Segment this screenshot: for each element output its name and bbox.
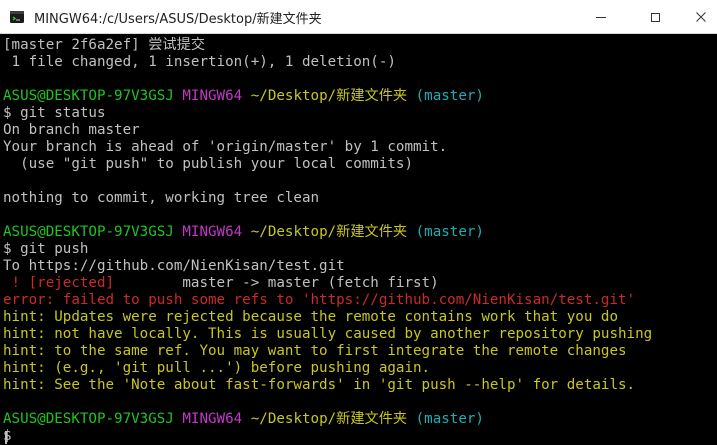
output-line: Your branch is ahead of 'origin/master' … [3, 139, 448, 155]
command-line: $ git push [3, 241, 89, 257]
prompt-env: MINGW64 [182, 411, 243, 427]
minimize-button[interactable] [578, 0, 624, 34]
maximize-button[interactable] [632, 0, 678, 34]
prompt-branch: (master) [415, 224, 484, 240]
close-button[interactable] [684, 0, 717, 34]
hint-line: hint: not have locally. This is usually … [3, 326, 653, 342]
terminal-output[interactable]: [master 2f6a2ef] 尝试提交 1 file changed, 1 … [0, 34, 717, 445]
commit-stats-line: 1 file changed, 1 insertion(+), 1 deleti… [3, 54, 396, 70]
hint-line: hint: (e.g., 'git pull ...') before push… [3, 360, 431, 376]
commit-summary-line: [master 2f6a2ef] 尝试提交 [3, 37, 205, 53]
prompt-path: ~/Desktop/新建文件夹 [250, 224, 408, 240]
rejected-line: ! [rejected] master -> master (fetch fir… [3, 275, 439, 292]
text-cursor [5, 431, 7, 444]
title-bar[interactable]: MINGW64:/c/Users/ASUS/Desktop/新建文件夹 [0, 0, 717, 34]
hint-line: hint: to the same ref. You may want to f… [3, 343, 627, 359]
close-icon [695, 12, 706, 22]
window-title: MINGW64:/c/Users/ASUS/Desktop/新建文件夹 [34, 12, 322, 27]
hint-line: hint: Updates were rejected because the … [3, 309, 618, 325]
rejected-label: ! [rejected] [3, 275, 115, 291]
prompt-line: ASUS@DESKTOP-97V3GSJ MINGW64 ~/Desktop/新… [3, 224, 484, 241]
maximize-icon [650, 12, 660, 22]
output-line: nothing to commit, working tree clean [3, 190, 320, 206]
git-bash-icon [10, 11, 24, 23]
prompt-user: ASUS@DESKTOP-97V3GSJ [3, 411, 174, 427]
prompt-line: ASUS@DESKTOP-97V3GSJ MINGW64 ~/Desktop/新… [3, 88, 484, 105]
prompt-env: MINGW64 [182, 88, 243, 104]
prompt-env: MINGW64 [182, 224, 243, 240]
error-line: error: failed to push some refs to 'http… [3, 292, 636, 308]
hint-line: hint: See the 'Note about fast-forwards'… [3, 377, 636, 393]
output-line: To https://github.com/NienKisan/test.git [3, 258, 345, 274]
prompt-user: ASUS@DESKTOP-97V3GSJ [3, 224, 174, 240]
prompt-path: ~/Desktop/新建文件夹 [250, 88, 408, 104]
rejected-ref: master -> master (fetch first) [114, 275, 439, 291]
prompt-line: ASUS@DESKTOP-97V3GSJ MINGW64 ~/Desktop/新… [3, 411, 484, 428]
prompt-user: ASUS@DESKTOP-97V3GSJ [3, 88, 174, 104]
minimize-icon [596, 16, 606, 18]
output-line: On branch master [3, 122, 140, 138]
prompt-branch: (master) [415, 88, 484, 104]
prompt-branch: (master) [415, 411, 484, 427]
output-line: (use "git push" to publish your local co… [3, 156, 413, 172]
prompt-path: ~/Desktop/新建文件夹 [250, 411, 408, 427]
command-line: $ git status [3, 105, 106, 121]
